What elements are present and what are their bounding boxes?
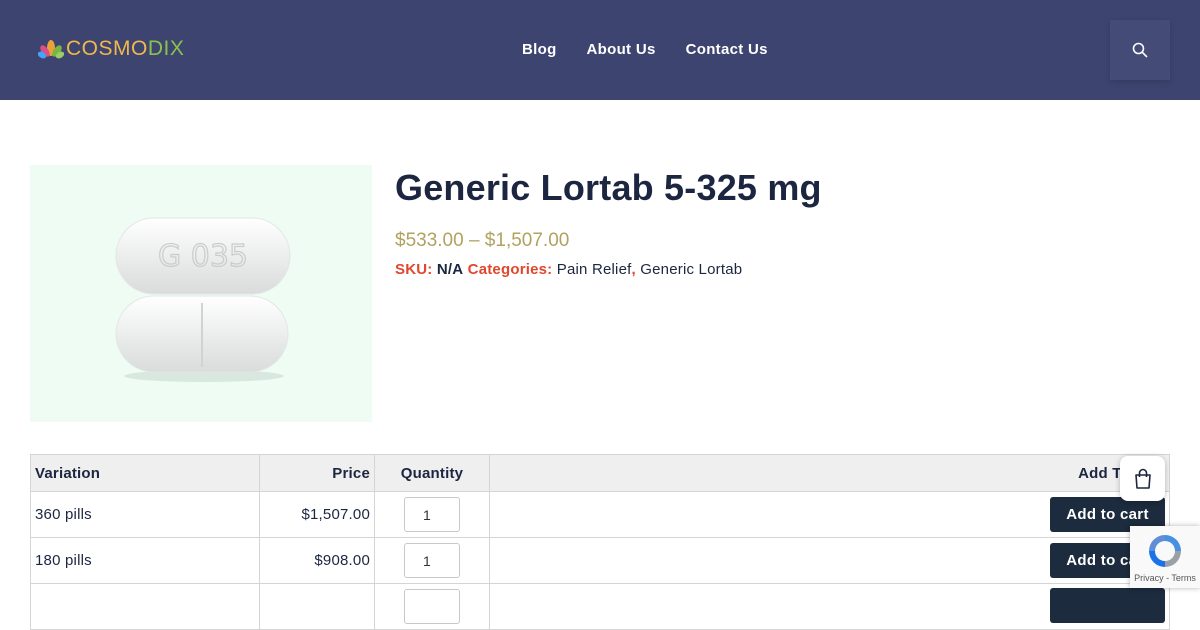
price-cell [259, 583, 375, 630]
price-range: $533.00 – $1,507.00 [395, 230, 570, 251]
add-cell [489, 583, 1170, 630]
variation-cell [30, 583, 260, 630]
quantity-cell [374, 491, 490, 538]
nav-blog[interactable]: Blog [522, 40, 557, 60]
table-row [30, 583, 1170, 630]
recaptcha-links[interactable]: Privacy - Terms [1134, 573, 1196, 583]
shopping-bag-icon [1134, 468, 1151, 489]
site-logo[interactable]: COSMODIX [38, 36, 184, 62]
add-cell: Add to cart [489, 537, 1170, 584]
floating-cart-button[interactable] [1120, 456, 1165, 501]
quantity-input[interactable] [404, 543, 460, 578]
quantity-input[interactable] [404, 589, 460, 624]
pill-tablets-image: G 035 [115, 217, 291, 382]
main-nav: Blog About Us Contact Us [522, 40, 798, 60]
table-row: 180 pills $908.00 Add to cart [30, 537, 1170, 584]
nav-about-us[interactable]: About Us [587, 40, 656, 60]
search-icon [1132, 42, 1148, 58]
logo-wordmark: COSMODIX [66, 36, 184, 62]
header-quantity[interactable]: Quantity [374, 454, 490, 492]
logo-text-part2: DIX [147, 37, 185, 60]
quantity-cell [374, 537, 490, 584]
recaptcha-icon [1149, 535, 1181, 567]
logo-text-part1: COSMO [66, 37, 148, 60]
product-title: Generic Lortab 5-325 mg [395, 167, 822, 208]
recaptcha-badge[interactable]: Privacy - Terms [1130, 526, 1200, 588]
category-link-pain-relief[interactable]: Pain Relief [557, 261, 632, 278]
variation-cell: 180 pills [30, 537, 260, 584]
product-meta: SKU: N/A Categories: Pain Relief, Generi… [395, 260, 742, 280]
sku-value: N/A [436, 261, 464, 278]
header-add-to-cart: Add To Cart [489, 454, 1170, 492]
variations-table: Variation Price Quantity Add To Cart 360… [30, 454, 1170, 630]
variation-cell: 360 pills [30, 491, 260, 538]
category-separator: , [631, 261, 636, 278]
quantity-input[interactable] [404, 497, 460, 532]
product-image[interactable]: G 035 [30, 165, 372, 422]
site-header: COSMODIX Blog About Us Contact Us [0, 0, 1200, 100]
search-button[interactable] [1110, 20, 1170, 80]
nav-contact-us[interactable]: Contact Us [686, 40, 768, 60]
price-cell: $908.00 [259, 537, 375, 584]
quantity-cell [374, 583, 490, 630]
category-link-generic-lortab[interactable]: Generic Lortab [640, 261, 742, 278]
sku-label: SKU: [395, 261, 433, 278]
header-variation[interactable]: Variation [30, 454, 260, 492]
pill-imprint-text: G 035 [158, 239, 248, 274]
add-to-cart-button[interactable] [1050, 587, 1165, 623]
lotus-logo-icon [38, 40, 64, 59]
categories-label: Categories: [467, 261, 553, 278]
table-header-row: Variation Price Quantity Add To Cart [30, 454, 1170, 492]
header-price[interactable]: Price [259, 454, 375, 492]
add-cell: Add to cart [489, 491, 1170, 538]
table-row: 360 pills $1,507.00 Add to cart [30, 491, 1170, 538]
price-cell: $1,507.00 [259, 491, 375, 538]
